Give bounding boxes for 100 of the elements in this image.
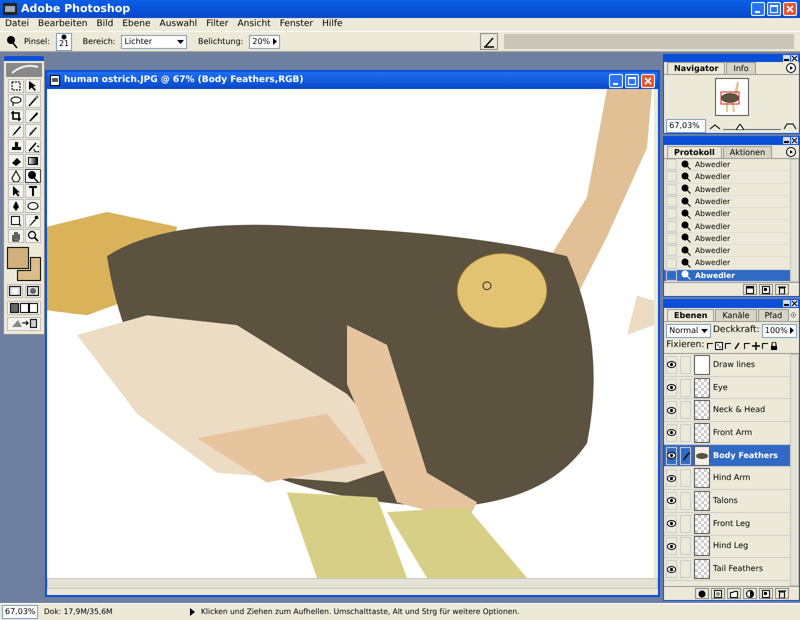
menu-item[interactable]: Auswahl	[158, 18, 198, 32]
zoom-in-icon[interactable]	[782, 122, 797, 130]
menu-item[interactable]: Fenster	[278, 18, 314, 32]
background-color-swatch[interactable]	[17, 257, 41, 281]
type-tool-button[interactable]	[24, 184, 40, 198]
menu-item[interactable]: Bild	[95, 18, 114, 32]
menu-item[interactable]: Ansicht	[236, 18, 272, 32]
brush-picker[interactable]: 21	[56, 32, 72, 50]
blend-mode-select[interactable]: Normal	[666, 324, 711, 338]
layer-row[interactable]: Body Feathers	[664, 444, 790, 468]
panel-tab[interactable]: Info	[726, 62, 756, 74]
close-button[interactable]	[641, 74, 655, 88]
panel-tab[interactable]: Pfad	[758, 309, 790, 321]
checkbox-icon[interactable]	[725, 343, 732, 349]
layer-row[interactable]: Neck & Head	[664, 399, 790, 422]
zoom-field[interactable]: 67,03%	[666, 119, 706, 133]
checkbox-icon[interactable]	[744, 343, 750, 349]
eye-icon[interactable]	[667, 406, 676, 414]
panel-tab[interactable]: Aktionen	[722, 146, 772, 158]
menu-item[interactable]: Bearbeiten	[37, 18, 88, 32]
maximize-button[interactable]	[624, 74, 639, 88]
eye-icon[interactable]	[667, 497, 676, 504]
panel-minimize-icon[interactable]	[783, 55, 790, 62]
checkbox-icon[interactable]	[762, 343, 768, 349]
dodge-tool-button[interactable]	[24, 169, 40, 183]
lasso-tool-button[interactable]	[8, 94, 24, 108]
quick-mask-button[interactable]	[25, 284, 42, 298]
brush-tool-button[interactable]	[8, 124, 24, 138]
delete-button[interactable]	[775, 588, 789, 599]
eye-icon[interactable]	[667, 429, 676, 436]
foreground-color-swatch[interactable]	[7, 247, 29, 269]
blur-tool-button[interactable]	[8, 169, 24, 183]
eye-icon[interactable]	[667, 566, 676, 573]
layer-mask-button[interactable]	[711, 588, 725, 599]
menu-item[interactable]: Ebene	[121, 18, 152, 32]
minimize-button[interactable]	[750, 2, 764, 16]
eye-icon[interactable]	[667, 542, 676, 550]
new-snapshot-button[interactable]	[759, 284, 773, 295]
panel-close-icon[interactable]	[791, 55, 798, 62]
menu-item[interactable]: Datei	[4, 18, 30, 32]
layer-row[interactable]: Eye	[664, 376, 790, 400]
exposure-field[interactable]: 20%	[249, 34, 280, 48]
layer-row[interactable]: Tail Feathers	[664, 558, 790, 581]
minimize-button[interactable]	[608, 74, 622, 88]
lock-all-icon[interactable]	[770, 342, 778, 350]
panel-close-icon[interactable]	[791, 300, 798, 307]
menu-item[interactable]: Hilfe	[321, 18, 344, 32]
eye-icon[interactable]	[667, 520, 676, 528]
slice-tool-button[interactable]	[24, 109, 40, 123]
hand-tool-button[interactable]	[8, 229, 24, 243]
zoom-slider[interactable]	[722, 122, 780, 130]
arrow-tool-button[interactable]	[8, 184, 24, 198]
layer-row[interactable]: Hind Arm	[664, 467, 790, 490]
layer-row[interactable]: Talons	[664, 490, 790, 513]
panel-menu-icon[interactable]	[791, 310, 796, 320]
move-tool-button[interactable]	[24, 79, 40, 93]
vertical-scrollbar[interactable]	[790, 354, 799, 586]
ellipse-tool-button[interactable]	[24, 199, 40, 213]
checkbox-icon[interactable]	[706, 343, 713, 349]
opacity-field[interactable]: 100%	[762, 324, 797, 338]
menu-item[interactable]: Filter	[205, 18, 230, 32]
airbrush-button[interactable]	[480, 33, 498, 50]
layer-set-button[interactable]	[727, 588, 741, 599]
eyedropper-tool-button[interactable]	[24, 214, 40, 228]
panel-minimize-icon[interactable]	[783, 300, 790, 307]
close-button[interactable]	[783, 2, 797, 16]
marquee-tool-button[interactable]	[8, 79, 24, 93]
panel-tab[interactable]: Protokoll	[667, 146, 722, 158]
eye-icon[interactable]	[667, 474, 676, 482]
jump-to-imageready-button[interactable]	[7, 316, 41, 331]
layer-style-button[interactable]	[695, 588, 709, 599]
lock-image-icon[interactable]	[733, 342, 742, 350]
layer-row[interactable]: Hind Leg	[664, 536, 790, 558]
gradient-tool-button[interactable]	[24, 154, 40, 168]
maximize-button[interactable]	[766, 2, 781, 16]
pencil-tool-button[interactable]	[24, 124, 40, 138]
adjustment-layer-button[interactable]	[743, 588, 757, 599]
standard-mode-button[interactable]	[6, 284, 23, 298]
panel-tab[interactable]: Kanäle	[715, 309, 757, 321]
wand-tool-button[interactable]	[24, 94, 40, 108]
panel-menu-icon[interactable]	[786, 147, 796, 157]
panel-tab[interactable]: Navigator	[667, 62, 726, 74]
vertical-scrollbar[interactable]	[790, 159, 799, 282]
pen-tool-button[interactable]	[8, 199, 24, 213]
range-select[interactable]: Lichter	[121, 34, 188, 48]
panel-tab[interactable]: Ebenen	[667, 309, 714, 321]
stamp-tool-button[interactable]	[8, 139, 24, 153]
history-tool-button[interactable]	[24, 139, 40, 153]
eye-icon[interactable]	[667, 384, 676, 392]
eraser-tool-button[interactable]	[8, 154, 24, 168]
lock-position-icon[interactable]	[752, 342, 760, 350]
eye-icon[interactable]	[667, 452, 676, 460]
new-layer-button[interactable]	[759, 588, 773, 599]
layer-row[interactable]: Draw lines	[664, 354, 790, 377]
notes-tool-button[interactable]	[8, 214, 24, 228]
horizontal-scrollbar[interactable]	[47, 578, 658, 589]
new-document-button[interactable]	[743, 284, 757, 295]
zoom-out-icon[interactable]	[708, 122, 720, 130]
zoom-field[interactable]: 67,03%	[2, 605, 38, 619]
zoom-tool-button[interactable]	[24, 229, 40, 243]
